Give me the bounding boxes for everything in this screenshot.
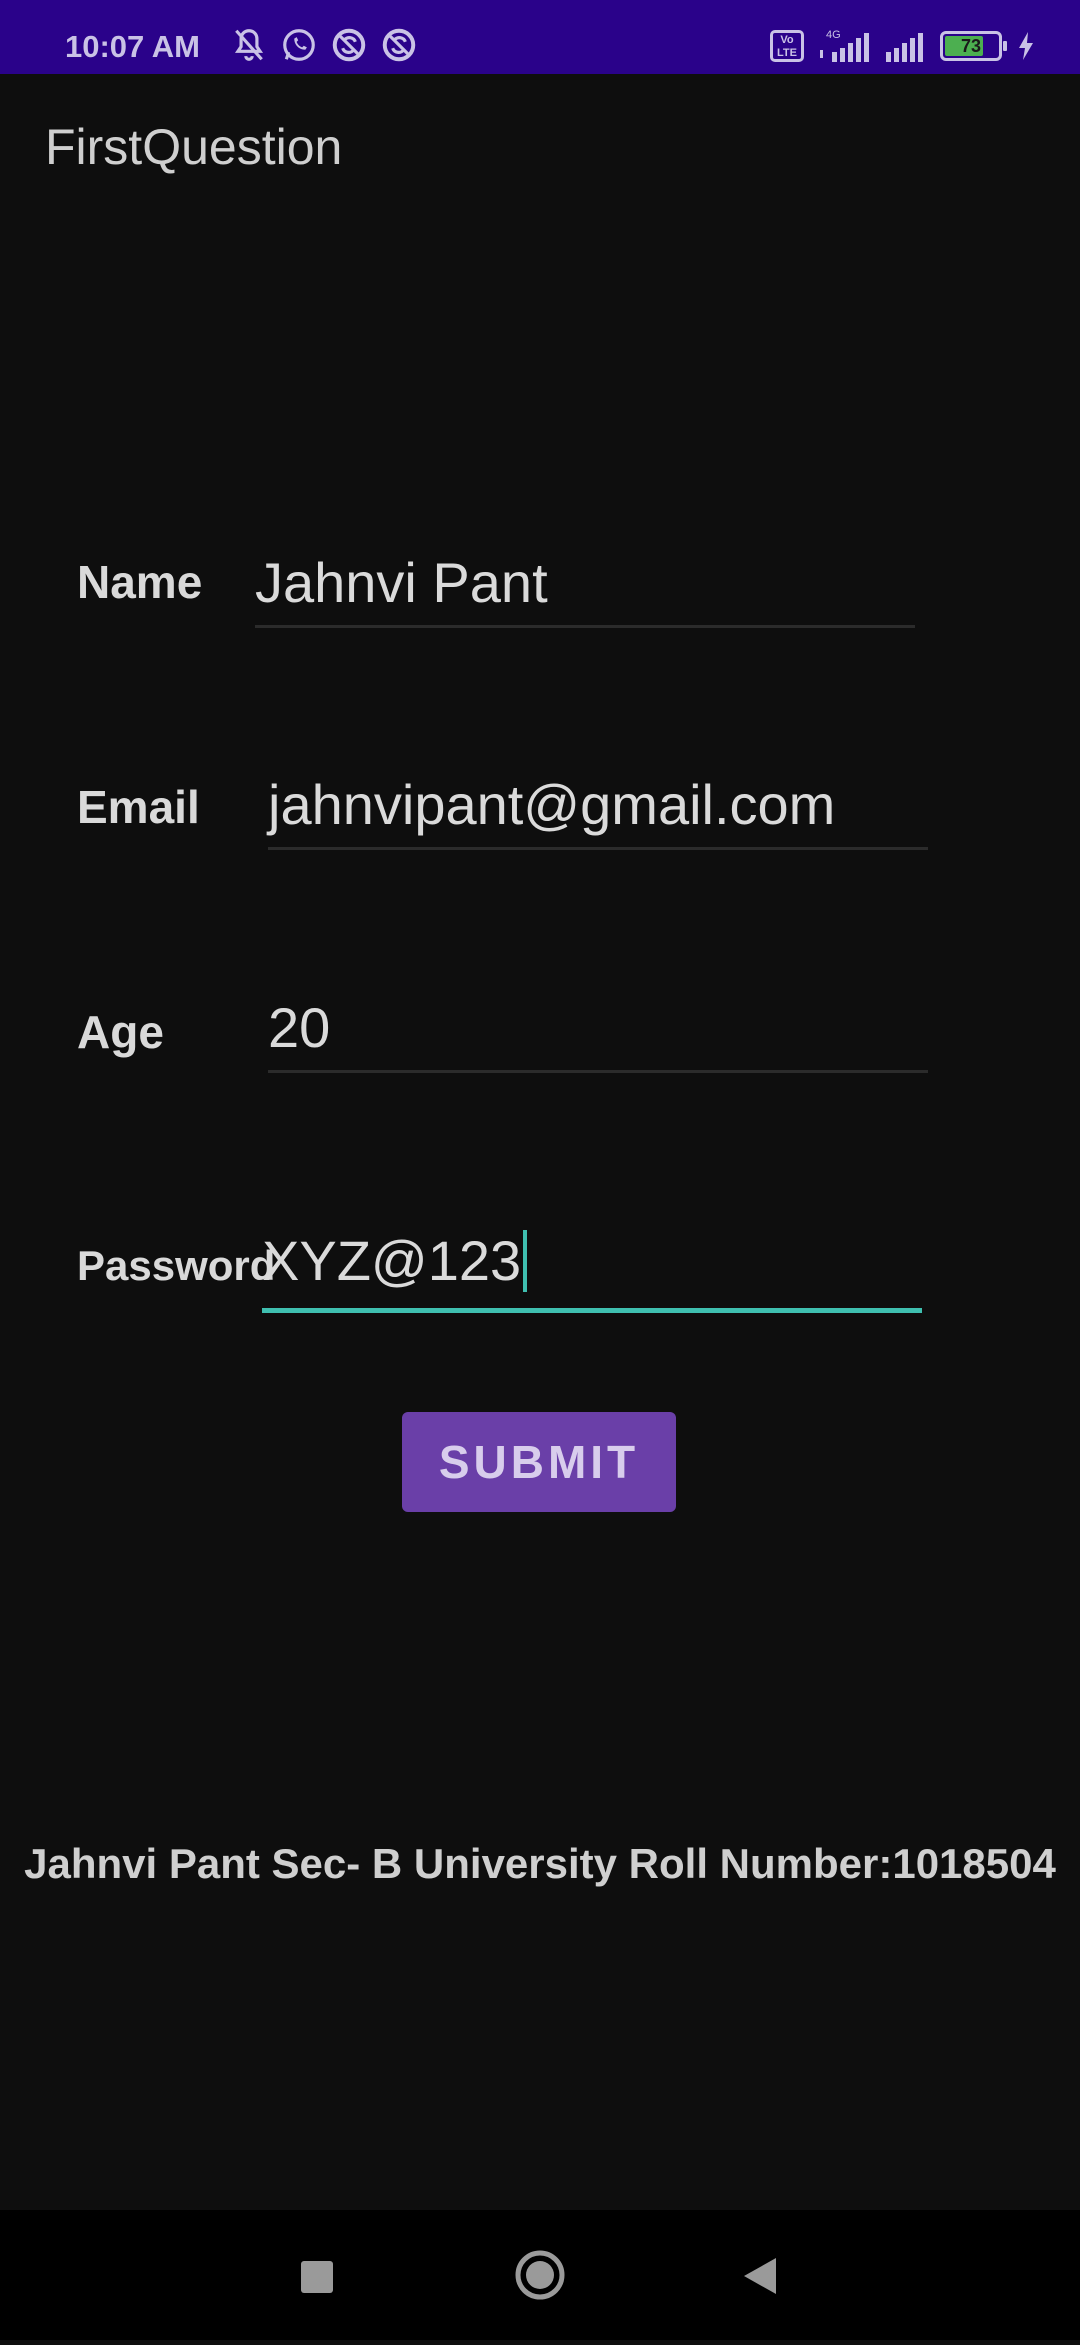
battery-tip — [1003, 41, 1007, 51]
signal-icon — [886, 33, 923, 62]
text-cursor — [523, 1230, 528, 1293]
email-input[interactable]: jahnvipant@gmail.com — [268, 772, 928, 850]
recent-apps-icon — [301, 2261, 333, 2293]
email-label: Email — [77, 781, 200, 833]
sync-icon — [332, 28, 366, 62]
recent-apps-button[interactable] — [255, 2210, 375, 2340]
status-bar: 10:07 AM Vo LTE 4G 73 — [0, 0, 1080, 74]
app-title: FirstQuestion — [45, 119, 343, 175]
charging-icon — [1019, 32, 1033, 60]
battery-icon: 73 — [940, 31, 1007, 61]
age-input[interactable]: 20 — [268, 995, 928, 1073]
name-label: Name — [77, 556, 203, 608]
muted-bell-icon — [234, 29, 264, 61]
notification-icons — [230, 26, 418, 66]
home-icon — [515, 2250, 565, 2300]
signal-4g-icon: 4G — [820, 29, 869, 62]
whatsapp-icon — [283, 29, 315, 61]
back-button[interactable] — [700, 2210, 820, 2340]
sync-icon — [382, 28, 416, 62]
volte-icon: Vo LTE — [770, 30, 804, 62]
password-value: XYZ@123 — [262, 1229, 522, 1292]
home-button[interactable] — [480, 2210, 600, 2340]
password-input[interactable]: XYZ@123 — [262, 1228, 922, 1313]
age-label: Age — [77, 1006, 164, 1058]
battery-level: 73 — [960, 36, 982, 56]
network-type-label: 4G — [826, 29, 841, 41]
back-icon — [744, 2258, 776, 2294]
status-time: 10:07 AM — [65, 29, 200, 64]
navigation-bar — [0, 2210, 1080, 2340]
system-icons: Vo LTE 4G 73 — [770, 26, 1036, 66]
password-label: Password — [77, 1242, 276, 1289]
name-input[interactable]: Jahnvi Pant — [255, 550, 915, 628]
student-info-text: Jahnvi Pant Sec- B University Roll Numbe… — [24, 1840, 1056, 1887]
submit-button[interactable]: SUBMIT — [402, 1412, 676, 1512]
